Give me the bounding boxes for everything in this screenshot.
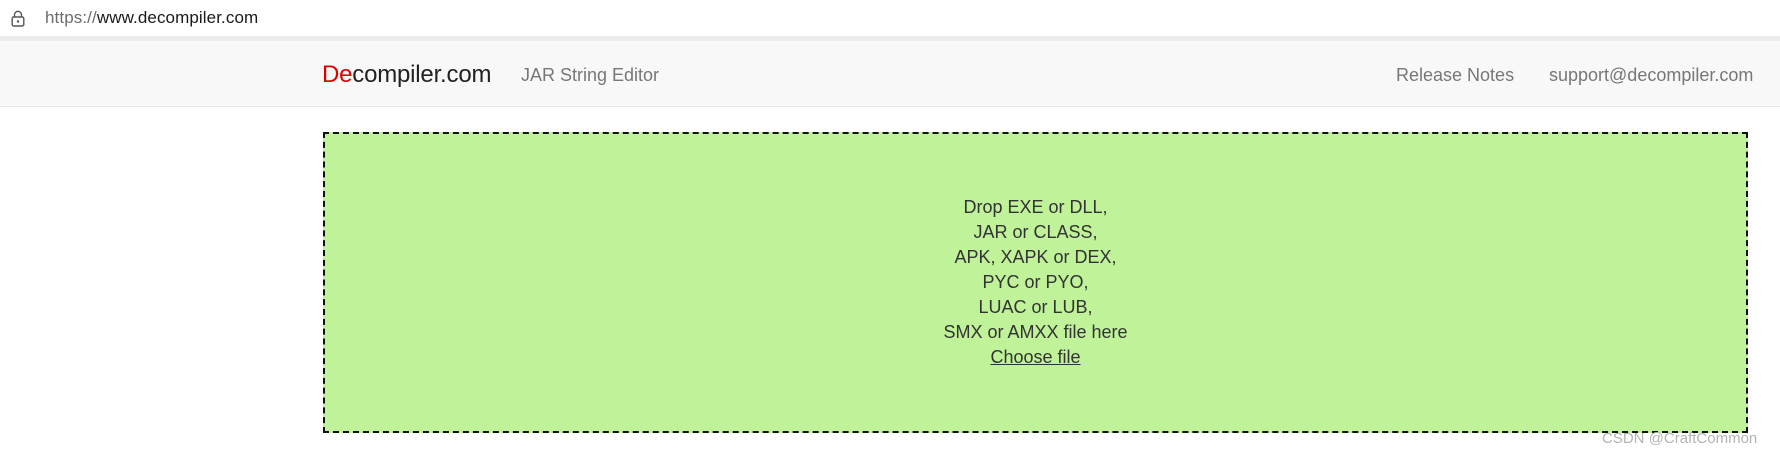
site-navbar: Decompiler.com JAR String Editor Release… [0, 41, 1780, 107]
drop-line-pyc: PYC or PYO, [982, 272, 1089, 292]
url-host: www.decompiler.com [96, 8, 259, 27]
site-logo-link[interactable]: Decompiler.com [322, 61, 491, 89]
drop-line-smx: SMX or AMXX file here [943, 322, 1128, 342]
watermark: CSDN @CraftCommon [1602, 430, 1758, 447]
nav-jar-string-editor[interactable]: JAR String Editor [521, 65, 659, 86]
drop-line-exe: Drop EXE or DLL, [963, 197, 1108, 217]
nav-support-email[interactable]: support@decompiler.com [1549, 65, 1753, 86]
choose-file-button[interactable]: Choose file [990, 345, 1080, 370]
lock-icon[interactable] [10, 10, 26, 27]
nav-release-notes[interactable]: Release Notes [1396, 65, 1514, 86]
brand-rest: compiler.com [352, 61, 492, 88]
drop-line-apk: APK, XAPK or DEX, [954, 247, 1117, 267]
drop-line-luac: LUAC or LUB, [978, 297, 1093, 317]
drop-line-jar: JAR or CLASS, [973, 222, 1098, 242]
url-scheme: https:// [45, 8, 97, 27]
drop-instructions: Drop EXE or DLL, JAR or CLASS, APK, XAPK… [325, 195, 1746, 370]
file-drop-zone[interactable]: Drop EXE or DLL, JAR or CLASS, APK, XAPK… [323, 132, 1748, 433]
brand-prefix: De [322, 61, 353, 88]
browser-address-bar: https://www.decompiler.com [0, 0, 1780, 37]
url-field[interactable]: https://www.decompiler.com [45, 8, 258, 28]
